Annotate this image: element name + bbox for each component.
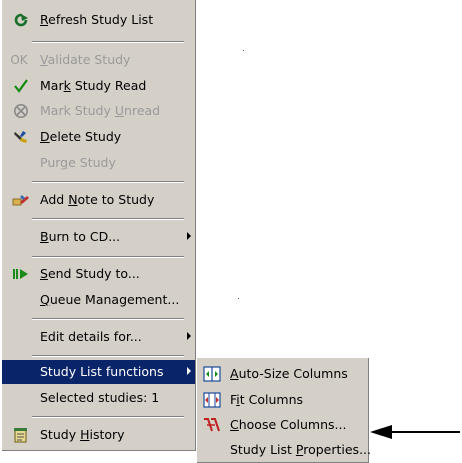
menu-separator (32, 318, 184, 320)
submenu-item-fit-columns[interactable]: Fit Columns (197, 388, 368, 412)
annotation-arrow-head (370, 425, 392, 439)
menu-separator (32, 256, 184, 258)
menu-item-purge-study[interactable]: Purge Study (2, 151, 195, 175)
send-icon (12, 266, 30, 282)
annotation-arrow-line (392, 431, 460, 433)
refresh-icon (12, 12, 30, 28)
context-menu: Refresh Study List OK Validate Study Mar… (2, 0, 196, 451)
stray-dot (238, 298, 239, 299)
history-icon (12, 427, 30, 443)
menu-item-send-study-to[interactable]: Send Study to... (2, 262, 195, 286)
menu-item-label: Study List functions (40, 364, 164, 379)
menu-separator (32, 416, 184, 418)
stray-dot (243, 50, 244, 51)
menu-item-add-note-to-study[interactable]: Add Note to Study (2, 188, 195, 212)
menu-item-delete-study[interactable]: Delete Study (2, 125, 195, 149)
menu-item-label: Burn to CD... (40, 229, 121, 244)
menu-item-label: Refresh Study List (40, 12, 154, 27)
menu-separator (32, 218, 184, 220)
menu-item-study-history[interactable]: Study History (2, 423, 195, 447)
menu-item-label: Delete Study (40, 129, 122, 144)
submenu-item-auto-size-columns[interactable]: Auto-Size Columns (197, 362, 368, 386)
menu-item-mark-study-read[interactable]: Mark Study Read (2, 74, 195, 98)
checkmark-icon (12, 78, 30, 94)
menu-item-label: Queue Management... (40, 292, 180, 307)
menu-item-label: Mark Study Unread (40, 103, 161, 118)
menu-item-study-list-functions[interactable]: Study List functions (2, 360, 195, 384)
choose-columns-icon (203, 417, 221, 433)
menu-item-refresh-study-list[interactable]: Refresh Study List (2, 8, 195, 32)
submenu-arrow-icon (187, 332, 191, 340)
menu-item-label: Selected studies: 1 (40, 390, 160, 405)
menu-separator (32, 41, 184, 43)
menu-item-label: Send Study to... (40, 266, 140, 281)
menu-item-validate-study[interactable]: OK Validate Study (2, 48, 195, 72)
menu-item-burn-to-cd[interactable]: Burn to CD... (2, 225, 195, 249)
submenu-item-label: Study List Properties... (230, 442, 371, 457)
delete-icon (12, 129, 30, 145)
fit-columns-icon (203, 392, 221, 408)
submenu-item-label: Auto-Size Columns (230, 366, 348, 381)
menu-item-label: Add Note to Study (40, 192, 155, 207)
menu-item-mark-study-unread[interactable]: Mark Study Unread (2, 99, 195, 123)
menu-item-label: Mark Study Read (40, 78, 147, 93)
submenu-arrow-icon (187, 232, 191, 240)
menu-item-queue-management[interactable]: Queue Management... (2, 288, 195, 312)
menu-separator (32, 355, 184, 357)
submenu-item-choose-columns[interactable]: Choose Columns... (197, 413, 368, 437)
menu-item-label: Edit details for... (40, 329, 142, 344)
auto-size-columns-icon (203, 366, 221, 382)
menu-item-label: Study History (40, 427, 125, 442)
submenu-arrow-icon (187, 367, 191, 375)
unread-icon (12, 103, 30, 119)
ok-icon: OK (10, 53, 28, 67)
menu-separator (32, 181, 184, 183)
submenu-item-study-list-properties[interactable]: Study List Properties... (197, 438, 371, 462)
menu-item-label: Purge Study (40, 155, 116, 170)
note-icon (12, 192, 30, 208)
submenu-item-label: Choose Columns... (230, 417, 347, 432)
study-list-functions-submenu: Auto-Size Columns Fit Columns Choose Col… (197, 358, 371, 463)
menu-item-edit-details-for[interactable]: Edit details for... (2, 325, 195, 349)
submenu-item-label: Fit Columns (230, 392, 304, 407)
menu-item-label: Validate Study (40, 52, 131, 67)
menu-item-selected-studies[interactable]: Selected studies: 1 (2, 386, 195, 410)
